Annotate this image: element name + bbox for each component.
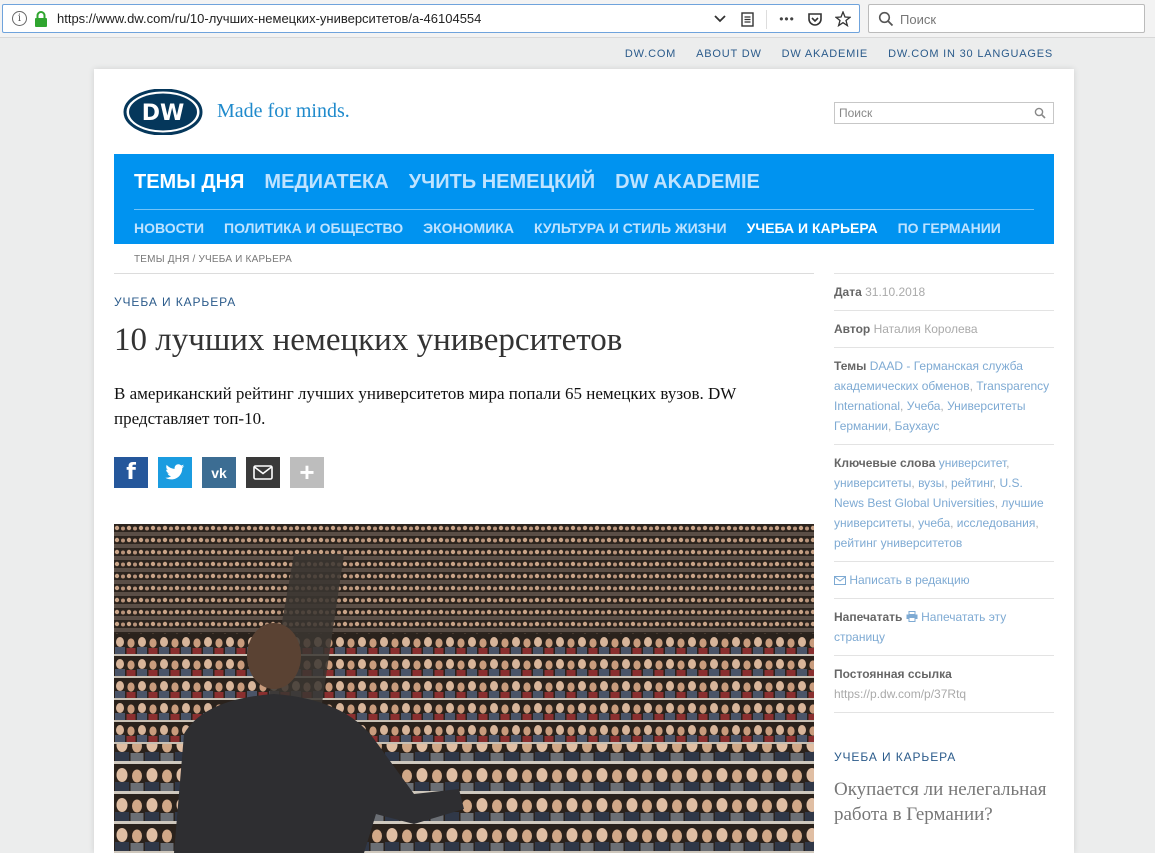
main-navigation: ТЕМЫ ДНЯ МЕДИАТЕКА УЧИТЬ НЕМЕЦКИЙ DW AKA…	[114, 154, 1054, 244]
site-search-input[interactable]: Поиск	[834, 102, 1054, 124]
top-link-about[interactable]: ABOUT DW	[696, 48, 761, 60]
facebook-share-button[interactable]: f	[114, 457, 148, 488]
sidebar-print: Напечатать Напечатать эту страницу	[834, 598, 1054, 655]
divider	[114, 273, 814, 274]
site-search-placeholder: Поиск	[839, 106, 873, 120]
twitter-icon	[165, 464, 185, 480]
top-links: DW.COM ABOUT DW DW AKADEMIE DW.COM IN 30…	[625, 48, 1053, 60]
article-sidebar: Дата 31.10.2018 Автор Наталия Королева Т…	[834, 273, 1054, 713]
article-teaser: В американский рейтинг лучших университе…	[114, 384, 737, 428]
toolbar-separator	[766, 10, 767, 29]
tagline: Made for minds.	[217, 100, 350, 122]
envelope-icon	[253, 465, 273, 480]
subnav-item-politics[interactable]: ПОЛИТИКА И ОБЩЕСТВО	[224, 220, 403, 236]
keyword-link[interactable]: университеты	[834, 476, 911, 490]
share-bar: f vk +	[114, 457, 324, 488]
nav-item-learn-german[interactable]: УЧИТЬ НЕМЕЦКИЙ	[409, 171, 595, 194]
subnav-item-news[interactable]: НОВОСТИ	[134, 220, 204, 236]
site-info-icon[interactable]: i	[12, 11, 27, 26]
page-actions-icon[interactable]: •••	[778, 10, 796, 28]
envelope-icon	[834, 576, 846, 585]
nav-main: ТЕМЫ ДНЯ МЕДИАТЕКА УЧИТЬ НЕМЕЦКИЙ DW AKA…	[134, 171, 760, 194]
page-container: DW Made for minds. Поиск ТЕМЫ ДНЯ МЕДИАТ…	[94, 69, 1074, 853]
browser-search-input[interactable]: Поиск	[868, 4, 1145, 33]
subnav-item-germany[interactable]: ПО ГЕРМАНИИ	[898, 220, 1001, 236]
lecture-hall-photo	[114, 524, 814, 853]
dw-logo[interactable]: DW	[123, 89, 203, 135]
author-label: Автор	[834, 322, 871, 336]
email-share-button[interactable]	[246, 457, 280, 488]
topics-label: Темы	[834, 359, 867, 373]
nav-sub: НОВОСТИ ПОЛИТИКА И ОБЩЕСТВО ЭКОНОМИКА КУ…	[134, 220, 1001, 236]
keyword-link[interactable]: исследования	[957, 516, 1036, 530]
breadcrumb-separator: /	[189, 254, 199, 265]
sidebar-permalink: Постоянная ссылка https://p.dw.com/p/37R…	[834, 655, 1054, 713]
pocket-icon[interactable]	[806, 10, 824, 28]
nav-item-dw-akademie[interactable]: DW AKADEMIE	[615, 171, 760, 194]
bookmark-star-icon[interactable]	[834, 10, 852, 28]
related-article-link[interactable]: Окупается ли нелегальная работа в Герман…	[834, 777, 1054, 827]
topic-link[interactable]: Учеба	[907, 399, 941, 413]
site-header: DW Made for minds. Поиск	[94, 69, 1074, 154]
vk-share-button[interactable]: vk	[202, 457, 236, 488]
article-kicker[interactable]: УЧЕБА И КАРЬЕРА	[114, 295, 236, 309]
nav-item-mediateka[interactable]: МЕДИАТЕКА	[264, 171, 388, 194]
printer-icon	[906, 611, 918, 622]
twitter-share-button[interactable]	[158, 457, 192, 488]
print-label: Напечатать	[834, 610, 903, 624]
top-link-dwcom[interactable]: DW.COM	[625, 48, 676, 60]
nav-item-temy-dnya[interactable]: ТЕМЫ ДНЯ	[134, 171, 244, 194]
topic-link[interactable]: Баухаус	[895, 419, 940, 433]
vk-icon: vk	[211, 464, 227, 481]
sidebar-author: Автор Наталия Королева	[834, 310, 1054, 347]
search-icon[interactable]	[1034, 107, 1046, 119]
permalink-label: Постоянная ссылка	[834, 667, 952, 681]
address-bar[interactable]: i https://www.dw.com/ru/10-лучших-немецк…	[2, 4, 860, 33]
date-label: Дата	[834, 285, 862, 299]
date-value: 31.10.2018	[865, 285, 926, 299]
top-link-akademie[interactable]: DW AKADEMIE	[782, 48, 868, 60]
sidebar-keywords: Ключевые слова университет, университеты…	[834, 444, 1054, 561]
facebook-icon: f	[126, 460, 136, 485]
sidebar-topics: Темы DAAD - Германская служба академичес…	[834, 347, 1054, 444]
url-text[interactable]: https://www.dw.com/ru/10-лучших-немецких…	[57, 11, 481, 26]
keyword-link[interactable]: рейтинг	[951, 476, 993, 490]
keyword-link[interactable]: рейтинг университетов	[834, 536, 962, 550]
browser-toolbar: i https://www.dw.com/ru/10-лучших-немецк…	[0, 0, 1155, 38]
permalink-value[interactable]: https://p.dw.com/p/37Rtq	[834, 684, 1054, 704]
lock-icon	[35, 11, 47, 27]
keyword-link[interactable]: учеба	[918, 516, 950, 530]
chevron-down-icon[interactable]	[711, 10, 729, 28]
breadcrumb-item-temy-dnya[interactable]: ТЕМЫ ДНЯ	[134, 254, 190, 265]
subnav-item-culture[interactable]: КУЛЬТУРА И СТИЛЬ ЖИЗНИ	[534, 220, 727, 236]
search-icon	[878, 11, 894, 27]
keywords-label: Ключевые слова	[834, 456, 936, 470]
subnav-item-economy[interactable]: ЭКОНОМИКА	[423, 220, 514, 236]
author-value: Наталия Королева	[873, 322, 978, 336]
write-editor-link[interactable]: Написать в редакцию	[849, 573, 969, 587]
top-link-languages[interactable]: DW.COM IN 30 LANGUAGES	[888, 48, 1053, 60]
keyword-link[interactable]: университет	[939, 456, 1006, 470]
nav-divider	[134, 209, 1034, 210]
breadcrumb: ТЕМЫ ДНЯ / УЧЕБА И КАРЬЕРА	[134, 254, 292, 265]
keyword-link[interactable]: вузы	[918, 476, 944, 490]
reader-view-icon[interactable]	[738, 10, 756, 28]
page-title: 10 лучших немецких университетов	[114, 322, 623, 358]
browser-search-placeholder: Поиск	[900, 12, 937, 27]
related-kicker[interactable]: УЧЕБА И КАРЬЕРА	[834, 750, 956, 764]
sidebar-date: Дата 31.10.2018	[834, 273, 1054, 310]
subnav-item-education[interactable]: УЧЕБА И КАРЬЕРА	[747, 220, 878, 236]
sidebar-write-editor: Написать в редакцию	[834, 561, 1054, 598]
article-main-image[interactable]	[114, 524, 814, 853]
breadcrumb-item-education[interactable]: УЧЕБА И КАРЬЕРА	[199, 254, 293, 265]
logo-text: DW	[142, 101, 185, 126]
plus-icon: +	[299, 457, 315, 487]
more-share-button[interactable]: +	[290, 457, 324, 488]
